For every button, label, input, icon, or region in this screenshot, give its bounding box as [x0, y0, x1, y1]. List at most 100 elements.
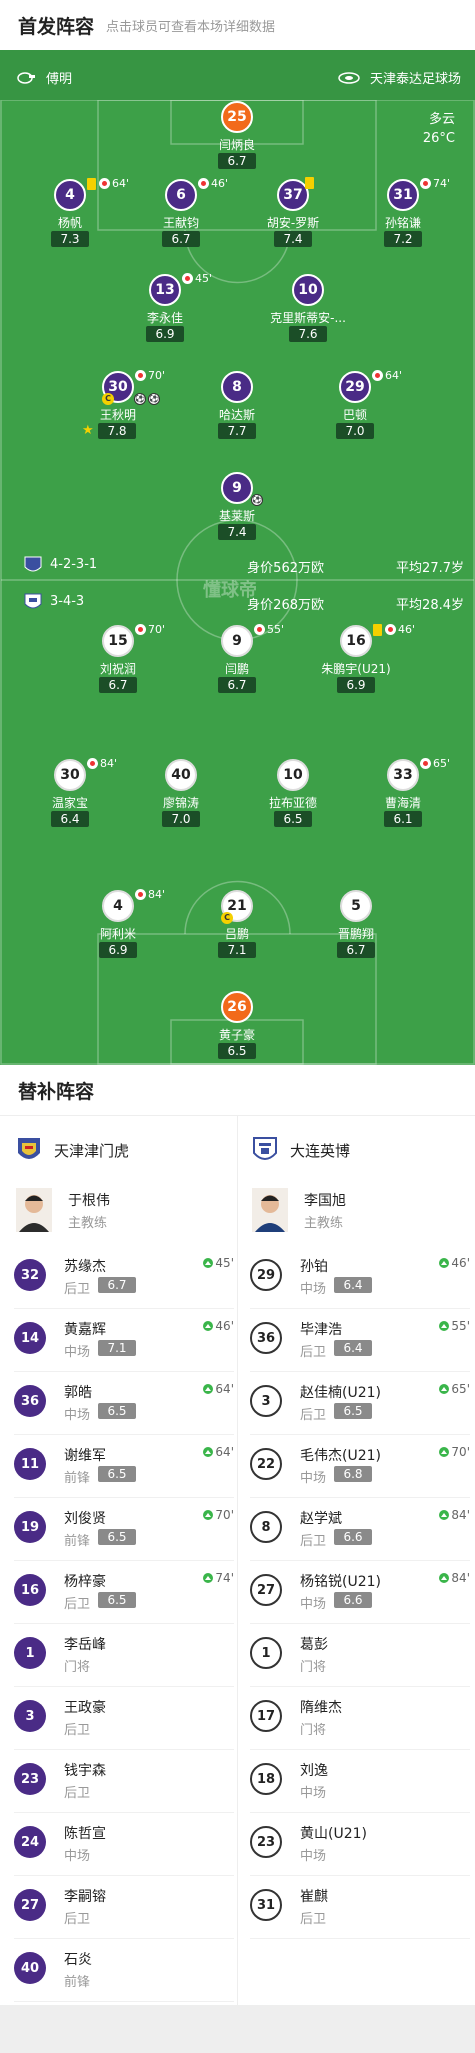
player-marker[interactable]: 16 朱鹏宇(U21) 6.9 46': [300, 623, 415, 695]
player-name: 闫鹏: [224, 662, 249, 676]
player-name: 黄嘉辉: [64, 1322, 106, 1338]
player-name: 杨帆: [57, 216, 82, 230]
away-team-header[interactable]: 大连英博: [252, 1134, 350, 1166]
sub-player-row[interactable]: 11 谢维军 前锋 6.5 64': [14, 1435, 234, 1498]
player-number: 6: [165, 179, 197, 211]
sub-player-row[interactable]: 3 王政豪 后卫: [14, 1687, 234, 1750]
home-team-header[interactable]: 天津津门虎: [16, 1134, 129, 1166]
player-rating: 6.5: [334, 1403, 372, 1419]
player-marker[interactable]: 4 杨帆 7.3 64': [14, 177, 129, 249]
sub-player-row[interactable]: 8 赵学斌 后卫 6.6 84': [250, 1498, 470, 1561]
minute-text: 46': [215, 1319, 234, 1333]
sub-player-row[interactable]: 1 葛彭 门将: [250, 1624, 470, 1687]
sub-player-row[interactable]: 27 杨铭锐(U21) 中场 6.6 84': [250, 1561, 470, 1624]
player-rating: 6.5: [274, 811, 312, 827]
sub-player-row[interactable]: 14 黄嘉辉 中场 7.1 46': [14, 1309, 234, 1372]
weather-info: 多云 26°C: [423, 110, 455, 148]
home-coach-name: 于根伟: [68, 1193, 110, 1209]
away-coach[interactable]: 李国旭 主教练: [252, 1186, 472, 1236]
sub-player-row[interactable]: 32 苏缘杰 后卫 6.7 45': [14, 1246, 234, 1309]
player-name: 石炎: [64, 1952, 92, 1968]
player-marker[interactable]: 5 晋鹏翔 6.7: [300, 890, 410, 960]
sub-player-row[interactable]: 29 孙铂 中场 6.4 46': [250, 1246, 470, 1309]
player-marker[interactable]: 6 王献钧 6.7 46': [125, 177, 235, 249]
player-marker[interactable]: 30 温家宝 6.4 84': [14, 757, 124, 829]
sub-in-minute: 70': [439, 1445, 470, 1459]
sub-player-row[interactable]: 3 赵佳楠(U21) 后卫 6.5 65': [250, 1372, 470, 1435]
event-icons: 74': [420, 177, 450, 190]
substitution-in-icon: [439, 1573, 450, 1583]
sub-player-row[interactable]: 40 石炎 前锋: [14, 1939, 234, 2002]
player-marker[interactable]: 33 曹海清 6.1 65': [347, 757, 457, 829]
player-rating: 6.7: [162, 231, 200, 247]
player-marker[interactable]: 30 王秋明 7.8 ★ 70' C ⚽ ⚽: [62, 369, 172, 441]
player-number: 40: [14, 1952, 46, 1984]
sub-player-row[interactable]: 19 刘俊贤 前锋 6.5 70': [14, 1498, 234, 1561]
away-average-age: 平均28.4岁: [396, 598, 464, 613]
player-number: 25: [221, 101, 253, 133]
page-subtitle: 点击球员可查看本场详细数据: [106, 19, 276, 35]
player-marker[interactable]: 13 李永佳 6.9 45': [109, 272, 219, 344]
player-name: 陈哲宣: [64, 1826, 106, 1842]
minute-text: 65': [451, 1382, 470, 1396]
player-marker[interactable]: 9 基莱斯 7.4 ⚽: [181, 472, 291, 542]
sub-player-row[interactable]: 36 毕津浩 后卫 6.4 55': [250, 1309, 470, 1372]
player-number: 10: [292, 274, 324, 306]
player-marker[interactable]: 15 刘祝润 6.7 70': [62, 623, 172, 695]
player-number: 1: [14, 1637, 46, 1669]
sub-player-row[interactable]: 22 毛伟杰(U21) 中场 6.8 70': [250, 1435, 470, 1498]
away-formation-text: 3-4-3: [50, 594, 85, 609]
sub-player-row[interactable]: 16 杨梓豪 后卫 6.5 74': [14, 1561, 234, 1624]
home-coach[interactable]: 于根伟 主教练: [16, 1186, 236, 1236]
player-marker[interactable]: 21 吕鹏 7.1 C: [181, 890, 291, 960]
player-marker[interactable]: 26 黄子豪 6.5: [181, 991, 291, 1061]
player-marker[interactable]: 40 廖锦涛 7.0: [125, 759, 235, 829]
player-rating: 6.7: [98, 1277, 136, 1293]
substitution-out-icon: [87, 758, 98, 769]
player-number: 23: [14, 1763, 46, 1795]
subs-header: 替补阵容: [0, 1065, 475, 1115]
player-marker[interactable]: 10 拉布亚德 6.5: [237, 759, 347, 829]
minute-text: 55': [451, 1319, 470, 1333]
sub-player-row[interactable]: 27 李嗣镕 后卫: [14, 1876, 234, 1939]
minute-text: 70': [215, 1508, 234, 1522]
substitution-out-icon: [254, 624, 265, 635]
player-number: 13: [149, 274, 181, 306]
home-formation-text: 4-2-3-1: [50, 557, 98, 572]
away-crest-icon: [24, 593, 42, 609]
sub-player-row[interactable]: 23 钱宇森 后卫: [14, 1750, 234, 1813]
player-name: 王献钧: [162, 216, 199, 230]
player-name: 隋维杰: [300, 1700, 342, 1716]
player-name: 葛彭: [300, 1637, 328, 1653]
player-number: 4: [54, 179, 86, 211]
sub-player-row[interactable]: 18 刘逸 中场: [250, 1750, 470, 1813]
player-marker[interactable]: 10 克里斯蒂安-... 7.6: [252, 274, 362, 344]
captain-icon: C: [102, 393, 114, 405]
player-marker[interactable]: 8 哈达斯 7.7: [181, 371, 291, 441]
player-number: 31: [250, 1889, 282, 1921]
player-position: 中场: [64, 1345, 91, 1360]
sub-in-minute: 74': [203, 1571, 234, 1585]
player-name: 巴顿: [342, 408, 367, 422]
home-coach-avatar: [16, 1188, 52, 1232]
sub-in-minute: 84': [439, 1508, 470, 1522]
player-marker[interactable]: 25 闫炳良 6.7: [181, 101, 291, 171]
player-rating: 6.4: [334, 1340, 372, 1356]
player-marker[interactable]: 31 孙铭谦 7.2 74': [347, 177, 457, 249]
player-position: 后卫: [300, 1534, 327, 1549]
player-number: 16: [340, 625, 372, 657]
sub-player-row[interactable]: 36 郭皓 中场 6.5 64': [14, 1372, 234, 1435]
player-marker[interactable]: 9 闫鹏 6.7 55': [181, 623, 291, 695]
player-marker[interactable]: 4 阿利米 6.9 84': [62, 888, 172, 960]
sub-player-row[interactable]: 31 崔麒 后卫: [250, 1876, 470, 1939]
sub-player-row[interactable]: 23 黄山(U21) 中场: [250, 1813, 470, 1876]
player-marker[interactable]: 37 胡安-罗斯 7.4: [237, 177, 347, 249]
player-marker[interactable]: 29 巴顿 7.0 64': [299, 369, 409, 441]
substitution-out-icon: [372, 370, 383, 381]
sub-player-row[interactable]: 24 陈哲宣 中场: [14, 1813, 234, 1876]
sub-player-row[interactable]: 1 李岳峰 门将: [14, 1624, 234, 1687]
player-name: 基莱斯: [218, 509, 255, 523]
sub-player-row[interactable]: 17 隋维杰 门将: [250, 1687, 470, 1750]
substitution-in-icon: [203, 1321, 214, 1331]
player-name: 王政豪: [64, 1700, 106, 1716]
